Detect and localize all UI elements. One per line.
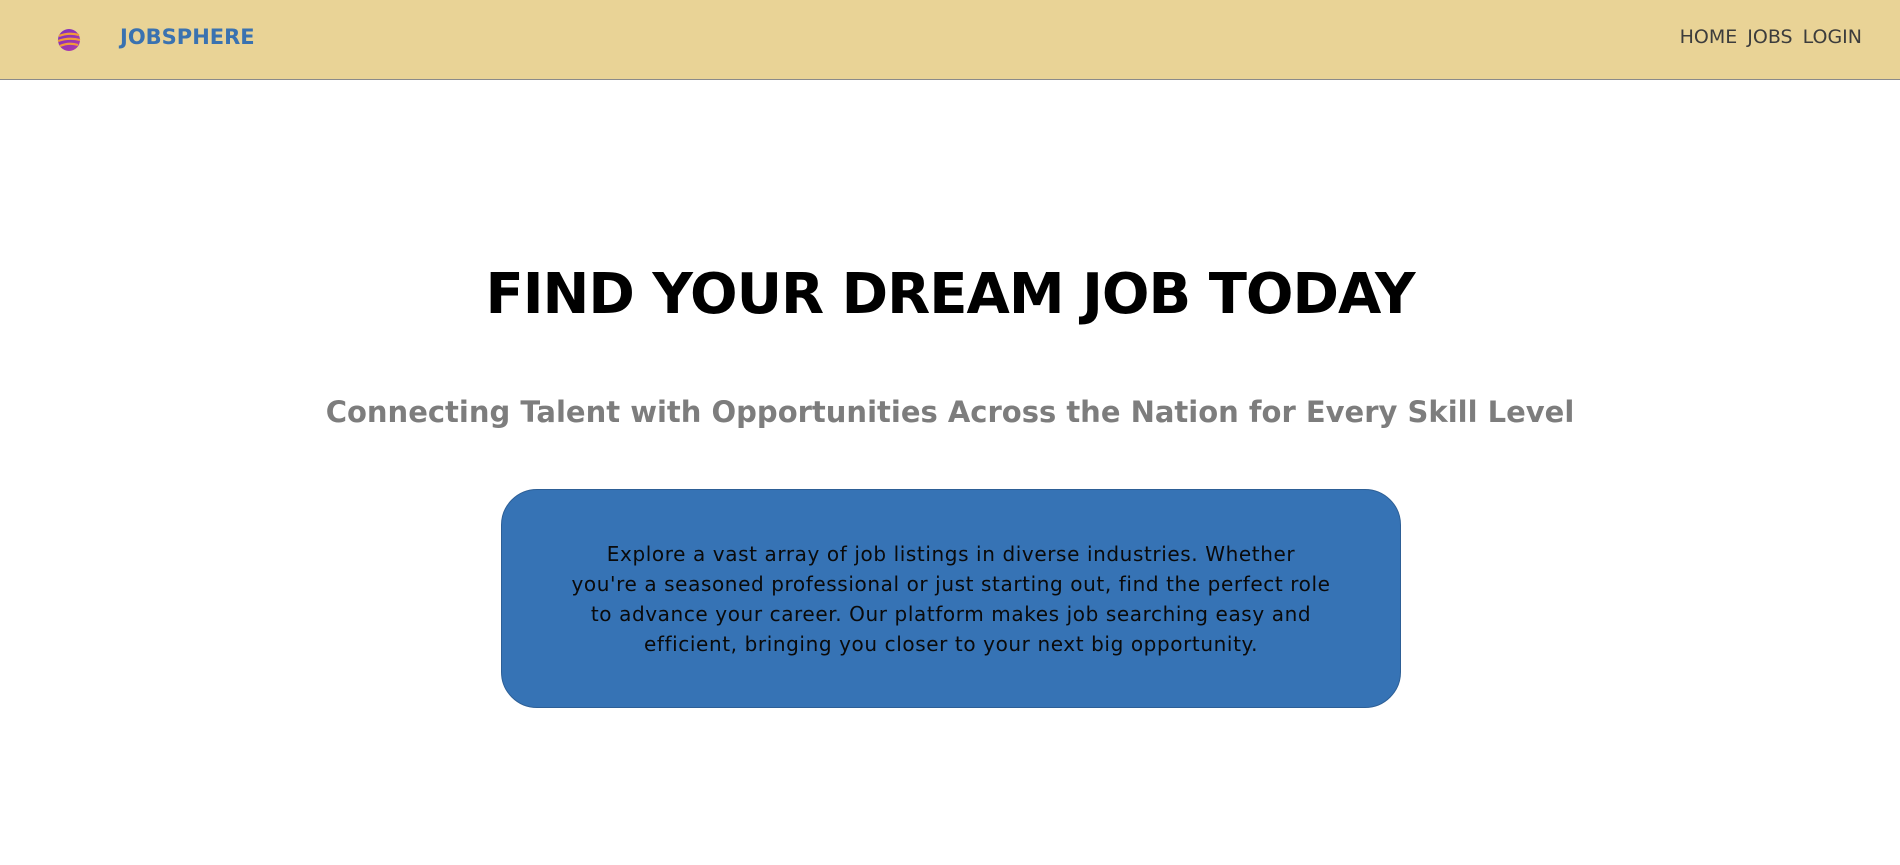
hero-description-card: Explore a vast array of job listings in …	[501, 489, 1401, 708]
nav-jobs-link[interactable]: JOBS	[1747, 26, 1792, 48]
hero-title: FIND YOUR DREAM JOB TODAY	[485, 262, 1415, 327]
brand-logo-text[interactable]: JOBSPHERE	[120, 25, 255, 49]
nav-home-link[interactable]: HOME	[1680, 26, 1738, 48]
top-navbar: JOBSPHERE HOME JOBS LOGIN	[0, 0, 1900, 80]
main-nav: HOME JOBS LOGIN	[1680, 26, 1862, 48]
nav-login-link[interactable]: LOGIN	[1803, 26, 1862, 48]
globe-logo-icon[interactable]	[55, 26, 83, 54]
hero-description-text: Explore a vast array of job listings in …	[571, 541, 1331, 656]
hero-subtitle: Connecting Talent with Opportunities Acr…	[325, 395, 1575, 429]
